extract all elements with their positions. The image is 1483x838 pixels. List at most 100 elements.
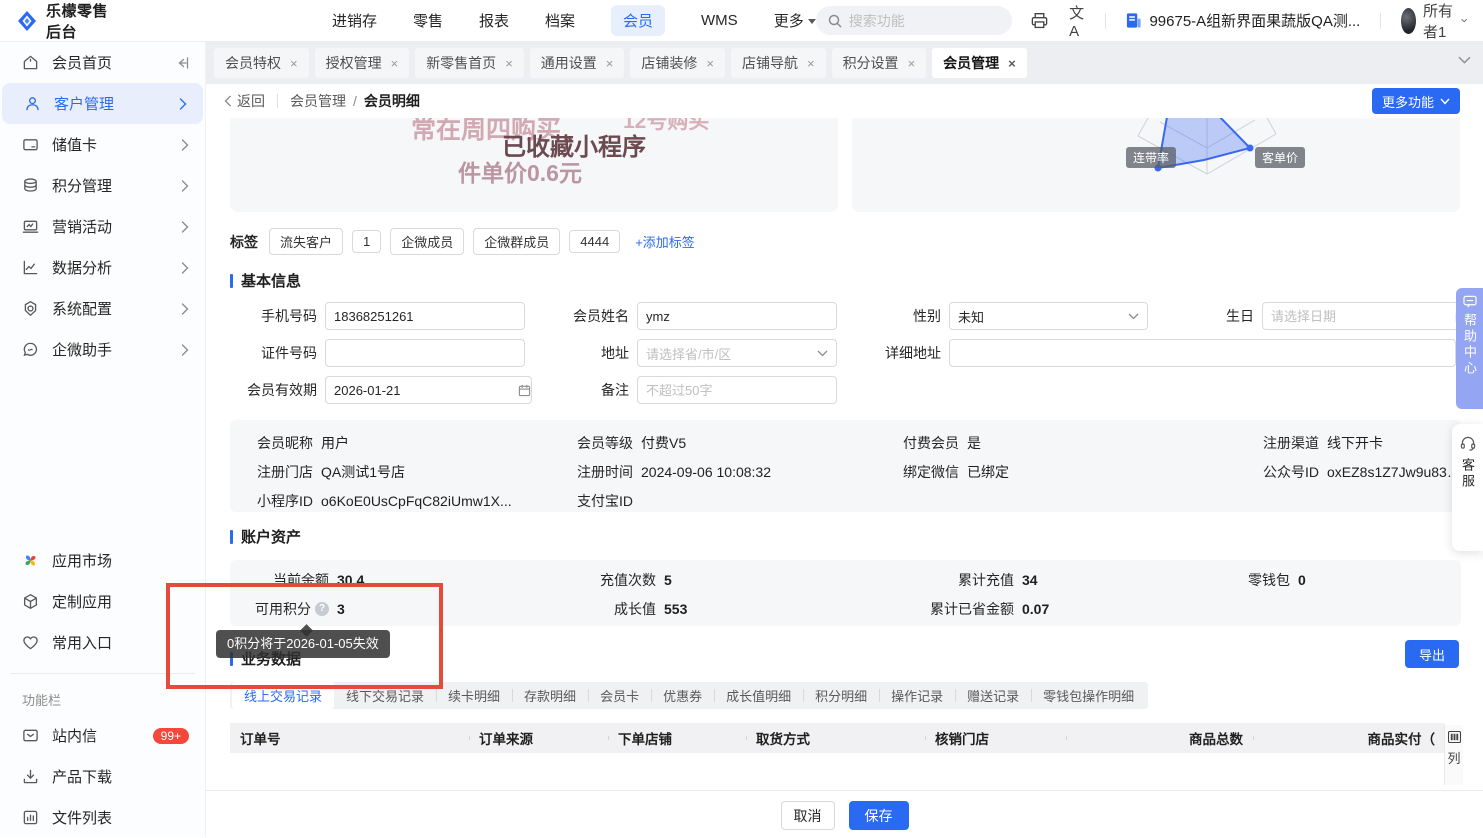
back-button[interactable]: 返回: [224, 91, 265, 111]
mini-id-label: 小程序ID: [257, 492, 313, 509]
record-tab-points-detail[interactable]: 积分明细: [803, 682, 879, 709]
sidebar-item-points-management[interactable]: 积分管理: [0, 165, 205, 206]
remark-input[interactable]: [637, 376, 837, 404]
sidebar-item-customer-management[interactable]: 客户管理: [2, 83, 203, 124]
tab-member-privileges[interactable]: 会员特权 ×: [214, 48, 309, 78]
menu-item-more[interactable]: 更多: [774, 10, 816, 31]
col-order-store[interactable]: 下单店铺: [608, 728, 746, 748]
record-tab-card-renewal[interactable]: 续卡明细: [436, 682, 512, 709]
customer-service-widget[interactable]: 客服: [1452, 424, 1483, 551]
more-functions-button[interactable]: 更多功能: [1371, 88, 1460, 114]
close-icon[interactable]: ×: [1008, 56, 1016, 71]
help-center-widget[interactable]: 帮助中心: [1456, 288, 1483, 409]
record-tab-wallet-operations[interactable]: 零钱包操作明细: [1031, 682, 1146, 709]
tag-chip[interactable]: 流失客户: [269, 228, 344, 255]
help-circle-icon[interactable]: ?: [315, 601, 329, 616]
tab-store-navigation[interactable]: 店铺导航 ×: [730, 48, 826, 78]
wallet-value: 0: [1298, 571, 1306, 588]
export-button[interactable]: 导出: [1404, 640, 1459, 668]
tag-chip[interactable]: 企微成员: [390, 228, 465, 255]
close-icon[interactable]: ×: [908, 56, 916, 71]
close-icon[interactable]: ×: [706, 56, 714, 71]
record-tab-offline-transactions[interactable]: 线下交易记录: [334, 682, 436, 709]
sidebar-item-system-config[interactable]: 系统配置: [0, 288, 205, 329]
record-tab-gift-log[interactable]: 赠送记录: [955, 682, 1031, 709]
validity-date-picker[interactable]: [325, 376, 532, 404]
record-tab-deposit-detail[interactable]: 存款明细: [512, 682, 588, 709]
col-redeem-store[interactable]: 核销门店: [925, 728, 1066, 748]
sidebar-item-stored-value-card[interactable]: 储值卡: [0, 124, 205, 165]
account-menu[interactable]: 所有者1: [1400, 0, 1467, 42]
col-order-source[interactable]: 订单来源: [469, 728, 608, 748]
close-icon[interactable]: ×: [807, 56, 815, 71]
gender-select[interactable]: 未知: [949, 302, 1148, 330]
chevron-right-icon: [181, 261, 189, 274]
col-item-count[interactable]: 商品总数: [1066, 728, 1253, 748]
tag-chip[interactable]: 1: [352, 230, 382, 253]
close-icon[interactable]: ×: [606, 56, 614, 71]
record-tab-operation-log[interactable]: 操作记录: [879, 682, 955, 709]
sidebar-item-app-market[interactable]: 应用市场: [0, 540, 205, 581]
sidebar-item-favorites[interactable]: 常用入口: [0, 622, 205, 663]
add-tag-link[interactable]: +添加标签: [635, 232, 695, 251]
save-button[interactable]: 保存: [848, 801, 909, 830]
tab-authorization[interactable]: 授权管理 ×: [314, 48, 410, 78]
menu-item-archives[interactable]: 档案: [545, 10, 575, 31]
sidebar-item-label: 积分管理: [52, 178, 113, 195]
record-tab-coupons[interactable]: 优惠券: [651, 682, 714, 709]
tab-general-settings[interactable]: 通用设置 ×: [529, 48, 625, 78]
global-search-input[interactable]: 搜索功能: [815, 6, 1013, 35]
birthday-date-picker[interactable]: [1262, 302, 1469, 330]
record-tab-online-transactions[interactable]: 线上交易记录: [232, 682, 335, 709]
unread-badge: 99+: [152, 727, 189, 744]
tab-new-retail-home[interactable]: 新零售首页 ×: [415, 48, 524, 78]
tab-store-decoration[interactable]: 店铺装修 ×: [630, 48, 725, 78]
recharge-count-label: 充值次数: [600, 571, 656, 588]
tag-chip[interactable]: 4444: [569, 230, 621, 253]
sidebar-item-marketing-activities[interactable]: 营销活动: [0, 206, 205, 247]
col-actual-paid[interactable]: 商品实付（: [1253, 728, 1445, 748]
validity-input[interactable]: [325, 376, 518, 404]
menu-item-wms[interactable]: WMS: [701, 12, 738, 29]
cancel-button[interactable]: 取消: [780, 801, 835, 830]
page-title: 会员明细: [363, 93, 420, 109]
sidebar-item-custom-apps[interactable]: 定制应用: [0, 581, 205, 622]
address-select[interactable]: 请选择省/市/区: [637, 339, 837, 367]
birthday-input[interactable]: [1262, 302, 1455, 330]
sidebar-item-file-list[interactable]: 文件列表: [0, 797, 205, 838]
column-settings-tool[interactable]: 列: [1444, 725, 1463, 785]
breadcrumb-section[interactable]: 会员管理: [290, 91, 346, 111]
sidebar-item-inbox[interactable]: 站内信 99+: [0, 715, 205, 756]
menu-item-retail[interactable]: 零售: [413, 10, 443, 31]
sidebar-item-data-analysis[interactable]: 数据分析: [0, 247, 205, 288]
tab-member-management[interactable]: 会员管理 ×: [932, 48, 1027, 78]
chevron-down-icon: [1128, 313, 1139, 319]
close-icon[interactable]: ×: [290, 56, 298, 71]
record-tab-growth-detail[interactable]: 成长值明细: [714, 682, 803, 709]
sidebar-item-product-download[interactable]: 产品下载: [0, 756, 205, 797]
sidebar-item-member-home[interactable]: 会员首页: [0, 42, 205, 83]
close-icon[interactable]: ×: [391, 56, 399, 71]
org-switcher[interactable]: 99675-A组新界面果蔬版QA测...: [1125, 10, 1360, 31]
col-pickup-method[interactable]: 取货方式: [746, 728, 925, 748]
tag-chip[interactable]: 企微群成员: [473, 228, 561, 255]
nickname-label: 会员昵称: [257, 434, 313, 451]
printer-icon[interactable]: [1030, 11, 1049, 30]
phone-input[interactable]: [325, 302, 525, 330]
chevron-right-icon: [181, 179, 189, 192]
menu-item-inventory[interactable]: 进销存: [332, 10, 377, 31]
tab-points-settings[interactable]: 积分设置 ×: [831, 48, 927, 78]
menu-item-reports[interactable]: 报表: [479, 10, 509, 31]
translate-icon[interactable]: 文A: [1069, 2, 1085, 40]
collapse-sidebar-icon[interactable]: [175, 56, 189, 69]
col-order-no[interactable]: 订单号: [230, 728, 469, 748]
close-icon[interactable]: ×: [505, 56, 513, 71]
id-number-input[interactable]: [325, 339, 525, 367]
pinwheel-icon: [22, 552, 39, 569]
address-detail-input[interactable]: [949, 339, 1456, 367]
sidebar-item-wecom-assistant[interactable]: 企微助手: [0, 329, 205, 370]
menu-item-members[interactable]: 会员: [611, 5, 666, 36]
tabs-overflow-chevron[interactable]: [1458, 56, 1471, 64]
record-tab-member-card[interactable]: 会员卡: [588, 682, 651, 709]
member-name-input[interactable]: [637, 302, 837, 330]
